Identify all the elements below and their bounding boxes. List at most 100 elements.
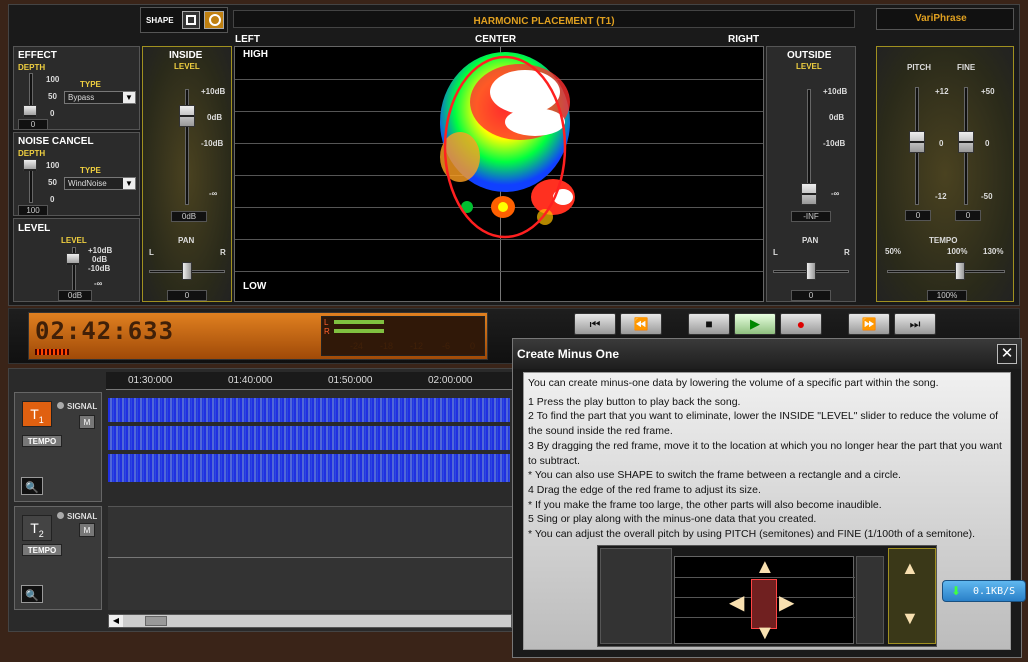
scroll-left-arrow-icon[interactable]: ◀ <box>109 615 123 627</box>
meter-r-bar <box>334 329 384 333</box>
inside-level-slider[interactable] <box>179 105 195 127</box>
close-button[interactable]: ✕ <box>997 344 1017 364</box>
tempo-scale-mid: 100% <box>947 247 968 256</box>
pitch-scale-bot: -12 <box>935 192 947 201</box>
noise-type-select[interactable]: WindNoise ▼ <box>64 177 136 190</box>
harmonic-display[interactable]: HIGH LOW <box>234 46 764 302</box>
fast-forward-button[interactable]: ⏩ <box>848 313 890 335</box>
dialog-title: Create Minus One <box>517 347 620 361</box>
signal-led-icon <box>57 402 64 409</box>
level-sub-label: LEVEL <box>61 236 87 245</box>
level-scale-0: 0dB <box>92 255 108 264</box>
track-2-header: T2 SIGNAL M TEMPO 🔍 <box>14 506 102 610</box>
effect-type-select[interactable]: Bypass ▼ <box>64 91 136 104</box>
inside-pan-label: PAN <box>178 236 195 245</box>
dialog-line: 4 Drag the edge of the red frame to adju… <box>528 483 761 496</box>
track-2-signal: SIGNAL <box>67 512 98 521</box>
effect-scale-50: 50 <box>48 92 57 101</box>
arrow-right-icon: ▶ <box>779 592 795 614</box>
create-minus-one-dialog: Create Minus One ✕ You can create minus-… <box>512 338 1022 658</box>
track-2-lane[interactable] <box>108 506 512 610</box>
effect-type-label: TYPE <box>80 80 101 89</box>
outside-level-slider[interactable] <box>801 183 817 205</box>
outside-panel: OUTSIDE LEVEL +10dB 0dB -10dB -∞ -INF PA… <box>766 46 856 302</box>
zoom-icon: 🔍 <box>25 482 39 494</box>
meter-scale: -6 <box>442 341 451 351</box>
rewind-button[interactable]: ⏪ <box>620 313 662 335</box>
track-1-waveform-top[interactable] <box>108 398 510 422</box>
level-scale-p10: +10dB <box>88 246 113 255</box>
timeline-ruler: 01:30:000 01:40:000 01:50:000 02:00:000 <box>106 372 516 390</box>
horizontal-scrollbar[interactable]: ◀ <box>108 614 512 628</box>
level-meter: L R -24 -18 -12 -6 0 <box>321 316 485 356</box>
play-button[interactable]: ▶ <box>734 313 776 335</box>
fine-slider[interactable] <box>958 131 974 153</box>
track-1-tempo-button[interactable]: TEMPO <box>22 435 62 447</box>
track-1-mute-button[interactable]: M <box>79 415 95 429</box>
close-icon: ✕ <box>1000 345 1014 362</box>
fine-scale-bot: -50 <box>981 192 993 201</box>
inside-pan-slider[interactable] <box>182 262 192 280</box>
track-2-zoom-button[interactable]: 🔍 <box>21 585 43 603</box>
dialog-line: 1 Press the play button to play back the… <box>528 395 741 408</box>
track-1-waveform-mid[interactable] <box>108 426 510 450</box>
shape-circle-button[interactable] <box>204 11 224 29</box>
level-scale-inf: -∞ <box>94 279 103 288</box>
meter-scale: -24 <box>350 341 364 351</box>
net-speed-badge[interactable]: ⬇ 0.1KB/S <box>942 580 1026 602</box>
inside-pan-value: 0 <box>167 290 207 301</box>
record-button[interactable]: ● <box>780 313 822 335</box>
outside-pan-slider[interactable] <box>806 262 816 280</box>
level-slider[interactable] <box>66 253 80 265</box>
arrow-down-icon: ▼ <box>755 622 775 644</box>
signal-led-icon <box>57 512 64 519</box>
track-1-button[interactable]: T1 <box>22 401 52 427</box>
arrow-down-icon: ▼ <box>901 608 919 628</box>
tempo-label: TEMPO <box>27 546 57 555</box>
pitch-label: PITCH <box>907 63 931 72</box>
tempo-scale-max: 130% <box>983 247 1004 256</box>
arrow-up-icon: ▲ <box>755 556 775 578</box>
fine-scale-mid: 0 <box>985 139 990 148</box>
meter-scale: 0 <box>470 341 476 351</box>
track-2-tempo-button[interactable]: TEMPO <box>22 544 62 556</box>
track-1-sub: 1 <box>38 414 44 425</box>
track-1-signal: SIGNAL <box>67 402 98 411</box>
outside-scale-p10: +10dB <box>823 87 848 96</box>
stop-button[interactable]: ■ <box>688 313 730 335</box>
go-to-end-button[interactable]: ⏭ <box>894 313 936 335</box>
track-1-header: T1 SIGNAL M TEMPO 🔍 <box>14 392 102 502</box>
effect-depth-slider[interactable] <box>23 105 37 117</box>
shape-rect-button[interactable] <box>182 11 200 29</box>
outside-title: OUTSIDE <box>787 50 832 61</box>
tempo-label: TEMPO <box>27 437 57 446</box>
inside-level-value: 0dB <box>171 211 207 222</box>
mute-label: M <box>83 418 91 427</box>
noise-depth-slider[interactable] <box>23 159 37 171</box>
level-title: LEVEL <box>18 223 51 234</box>
track-2-mute-button[interactable]: M <box>79 523 95 537</box>
outside-pan-label: PAN <box>802 236 819 245</box>
arrow-up-icon: ▲ <box>901 558 919 578</box>
noise-type-value: WindNoise <box>68 179 107 188</box>
counter-time: 02:42:633 <box>35 317 175 345</box>
chevron-down-icon: ▼ <box>123 92 135 103</box>
noise-title: NOISE CANCEL <box>18 136 94 147</box>
net-speed-text: 0.1KB/S <box>973 586 1016 597</box>
level-scale-m10: -10dB <box>88 264 111 273</box>
outside-pan-r: R <box>844 248 850 257</box>
pitch-slider[interactable] <box>909 131 925 153</box>
track-1-zoom-button[interactable]: 🔍 <box>21 477 43 495</box>
scrollbar-thumb[interactable] <box>145 616 167 626</box>
level-value: 0dB <box>58 290 92 301</box>
dialog-title-bar: Create Minus One ✕ <box>513 339 1021 369</box>
go-to-start-button[interactable]: ⏮ <box>574 313 616 335</box>
mute-label: M <box>83 526 91 535</box>
harmonic-low-label: LOW <box>243 281 267 292</box>
dialog-illustration: ▲ ▼ ◀ ▶ ▲ ▼ <box>597 545 937 647</box>
download-arrow-icon: ⬇ <box>951 584 962 598</box>
dialog-line: 3 By dragging the red frame, move it to … <box>528 439 1002 467</box>
tempo-slider[interactable] <box>955 262 965 280</box>
track-2-button[interactable]: T2 <box>22 515 52 541</box>
inside-panel: INSIDE LEVEL +10dB 0dB -10dB -∞ 0dB PAN … <box>142 46 232 302</box>
